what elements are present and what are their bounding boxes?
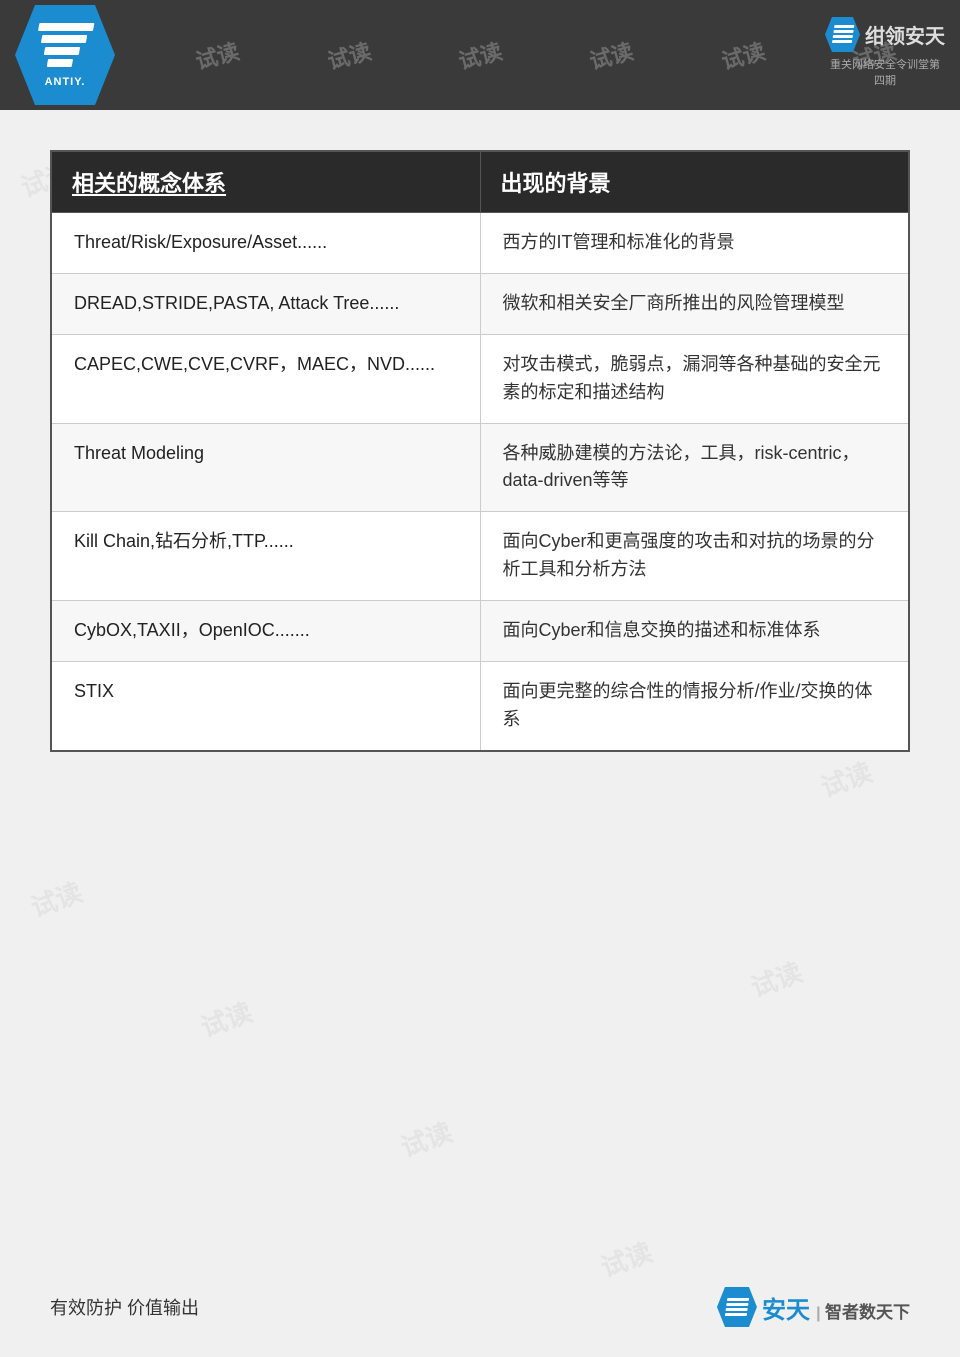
logo-stripe-3 xyxy=(44,47,80,55)
table-cell-col1: STIX xyxy=(51,662,480,751)
table-row: Kill Chain,钻石分析,TTP......面向Cyber和更高强度的攻击… xyxy=(51,512,909,601)
logo-stripe-2 xyxy=(41,35,87,43)
table-cell-col1: Threat/Risk/Exposure/Asset...... xyxy=(51,213,480,274)
table-cell-col2: 对攻击模式，脆弱点，漏洞等各种基础的安全元素的标定和描述结构 xyxy=(480,334,909,423)
wm-4: 试读 xyxy=(455,34,506,76)
footer: 有效防护 价值输出 安天 | 智者数天下 xyxy=(0,1287,960,1327)
pgwm-8: 试读 xyxy=(195,992,257,1045)
table-row: CybOX,TAXII，OpenIOC.......面向Cyber和信息交换的描… xyxy=(51,601,909,662)
table-row: STIX面向更完整的综合性的情报分析/作业/交换的体系 xyxy=(51,662,909,751)
footer-left-text: 有效防护 价值输出 xyxy=(50,1294,199,1320)
table-row: Threat Modeling各种威胁建模的方法论，工具，risk-centri… xyxy=(51,423,909,512)
col1-header: 相关的概念体系 xyxy=(51,151,480,213)
logo-stripe-1 xyxy=(38,23,94,31)
table-row: DREAD,STRIDE,PASTA, Attack Tree......微软和… xyxy=(51,273,909,334)
pgwm-10: 试读 xyxy=(595,1232,657,1285)
table-cell-col2: 面向Cyber和信息交换的描述和标准体系 xyxy=(480,601,909,662)
logo-stripe-4 xyxy=(47,59,73,67)
wm-2: 试读 xyxy=(192,34,243,76)
icon-stripe-2 xyxy=(833,30,853,33)
footer-brand: 安天 | 智者数天下 xyxy=(762,1290,910,1325)
table-cell-col1: Threat Modeling xyxy=(51,423,480,512)
table-cell-col2: 微软和相关安全厂商所推出的风险管理模型 xyxy=(480,273,909,334)
f-stripe-1 xyxy=(727,1298,749,1301)
header: 试读 试读 试读 试读 试读 试读 试读 ANTIY. xyxy=(0,0,960,110)
pgwm-7: 试读 xyxy=(25,872,87,925)
pgwm-13: 试读 xyxy=(745,952,807,1005)
wm-3: 试读 xyxy=(323,34,374,76)
header-right-logo-top: 绀领安天 xyxy=(825,17,945,52)
header-right-icon xyxy=(825,17,860,52)
f-stripe-4 xyxy=(725,1313,747,1316)
wm-6: 试读 xyxy=(717,34,768,76)
footer-logo-hex xyxy=(717,1287,757,1327)
header-right-logo: 绀领安天 重关网络安全令训堂第四期 xyxy=(825,10,945,95)
icon-stripe-1 xyxy=(833,25,853,28)
footer-logo-hex-inner xyxy=(725,1298,750,1316)
table-cell-col2: 面向更完整的综合性的情报分析/作业/交换的体系 xyxy=(480,662,909,751)
f-stripe-2 xyxy=(726,1303,748,1306)
table-cell-col2: 面向Cyber和更高强度的攻击和对抗的场景的分析工具和分析方法 xyxy=(480,512,909,601)
right-logo-chars: 绀领安天 xyxy=(865,20,945,49)
header-watermarks: 试读 试读 试读 试读 试读 试读 试读 xyxy=(0,0,960,110)
table-cell-col1: DREAD,STRIDE,PASTA, Attack Tree...... xyxy=(51,273,480,334)
f-stripe-3 xyxy=(725,1308,747,1311)
table-cell-col1: Kill Chain,钻石分析,TTP...... xyxy=(51,512,480,601)
right-logo-subtitle: 重关网络安全令训堂第四期 xyxy=(825,56,945,88)
footer-right: 安天 | 智者数天下 xyxy=(717,1287,910,1327)
logo-text: ANTIY. xyxy=(45,76,86,88)
main-table: 相关的概念体系 出现的背景 Threat/Risk/Exposure/Asset… xyxy=(50,150,910,752)
table-cell-col1: CAPEC,CWE,CVE,CVRF，MAEC，NVD...... xyxy=(51,334,480,423)
footer-brand-separator: | xyxy=(816,1305,825,1322)
logo-stripes xyxy=(31,23,100,73)
table-cell-col2: 西方的IT管理和标准化的背景 xyxy=(480,213,909,274)
wm-5: 试读 xyxy=(586,34,637,76)
footer-brand-sub: 智者数天下 xyxy=(825,1303,910,1322)
table-row: CAPEC,CWE,CVE,CVRF，MAEC，NVD......对攻击模式，脆… xyxy=(51,334,909,423)
table-cell-col1: CybOX,TAXII，OpenIOC....... xyxy=(51,601,480,662)
main-content: 相关的概念体系 出现的背景 Threat/Risk/Exposure/Asset… xyxy=(0,110,960,792)
table-row: Threat/Risk/Exposure/Asset......西方的IT管理和… xyxy=(51,213,909,274)
icon-stripe-3 xyxy=(832,35,852,38)
col2-header: 出现的背景 xyxy=(480,151,909,213)
table-cell-col2: 各种威胁建模的方法论，工具，risk-centric，data-driven等等 xyxy=(480,423,909,512)
icon-stripe-4 xyxy=(831,40,851,43)
col2-header-text: 出现的背景 xyxy=(501,171,611,196)
header-right-icon-inner xyxy=(831,25,854,45)
pgwm-9: 试读 xyxy=(395,1112,457,1165)
footer-brand-main: 安天 xyxy=(762,1297,810,1324)
col1-header-text: 相关的概念体系 xyxy=(72,171,226,196)
header-logo: ANTIY. xyxy=(15,5,115,105)
